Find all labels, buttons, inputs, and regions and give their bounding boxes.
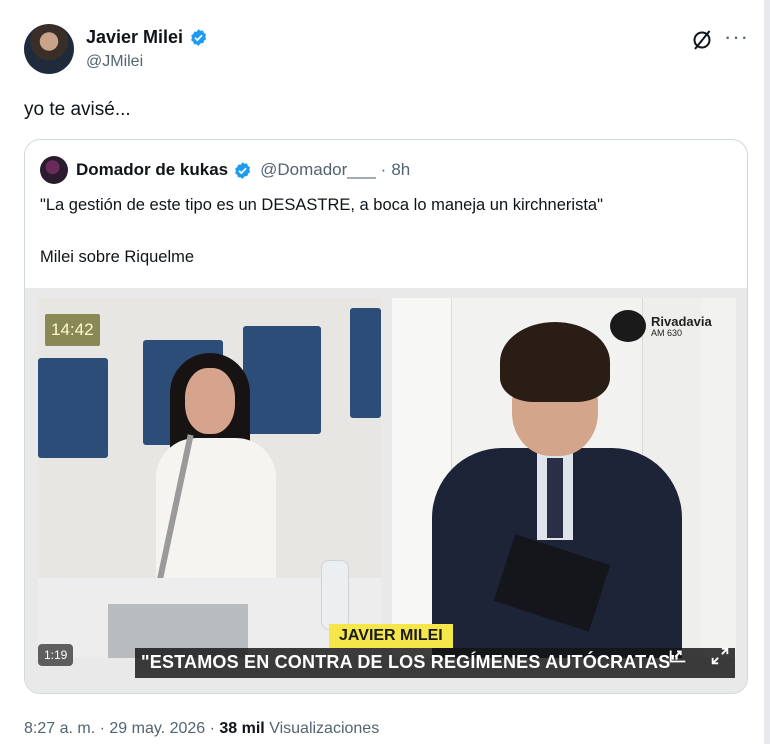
- picture-in-picture-icon[interactable]: [667, 645, 689, 667]
- video-player[interactable]: 14:42 Rivadavia AM 630 JAVIER MILEI "EST…: [25, 288, 747, 693]
- host-face: [185, 368, 235, 434]
- author-name-row[interactable]: Javier Milei: [86, 27, 208, 48]
- quoted-handle[interactable]: @Domador___: [260, 160, 376, 180]
- author-handle[interactable]: @JMilei: [86, 53, 143, 71]
- quoted-time[interactable]: 8h: [391, 160, 410, 180]
- quoted-tweet-card[interactable]: Domador de kukas @Domador___ · 8h "La ge…: [24, 139, 748, 694]
- verified-badge-icon: [235, 161, 251, 179]
- quoted-name[interactable]: Domador de kukas: [76, 160, 228, 180]
- guest-tie: [547, 458, 563, 538]
- verified-badge-icon: [191, 29, 207, 46]
- views-label: Visualizaciones: [269, 720, 380, 737]
- station-logo-icon: [610, 310, 646, 342]
- station-frequency: AM 630: [651, 327, 683, 338]
- acoustic-panel: [350, 308, 381, 418]
- tweet-footer: 8:27 a. m. · 29 may. 2026 · 38 mil Visua…: [24, 720, 379, 738]
- tweet-date[interactable]: 29 may. 2026: [109, 720, 205, 737]
- scroll-gutter: [764, 0, 770, 744]
- video-right-panel: Rivadavia AM 630: [392, 298, 736, 658]
- grok-slash-icon[interactable]: [690, 28, 714, 52]
- views-count: 38 mil: [219, 720, 265, 737]
- video-duration: 1:19: [38, 644, 74, 666]
- name-tag: JAVIER MILEI: [329, 624, 453, 648]
- more-dots-icon[interactable]: ···: [724, 24, 749, 50]
- video-left-panel: 14:42: [38, 298, 381, 658]
- fullscreen-icon[interactable]: [709, 645, 731, 667]
- quoted-text-line2: Milei sobre Riquelme: [40, 248, 195, 266]
- station-name: Rivadavia: [651, 313, 712, 329]
- quoted-avatar[interactable]: [40, 156, 68, 184]
- separator-dot: ·: [99, 720, 105, 737]
- clock-badge: 14:42: [45, 314, 100, 346]
- quoted-text-line1: "La gestión de este tipo es un DESASTRE,…: [40, 196, 603, 214]
- tweet-time[interactable]: 8:27 a. m.: [24, 720, 95, 737]
- separator-dot: ·: [209, 720, 215, 737]
- quoted-header: Domador de kukas @Domador___ · 8h: [76, 160, 410, 180]
- author-avatar[interactable]: [24, 24, 74, 74]
- author-name[interactable]: Javier Milei: [86, 27, 183, 48]
- tweet-text: yo te avisé...: [24, 99, 131, 120]
- acoustic-panel: [243, 326, 321, 434]
- acoustic-panel: [38, 358, 108, 458]
- station-logo: Rivadavia AM 630: [610, 310, 712, 342]
- guest-hair: [500, 322, 610, 402]
- separator-dot: ·: [380, 160, 387, 179]
- water-bottle: [321, 560, 349, 630]
- video-caption: "ESTAMOS EN CONTRA DE LOS REGÍMENES AUTÓ…: [141, 652, 680, 672]
